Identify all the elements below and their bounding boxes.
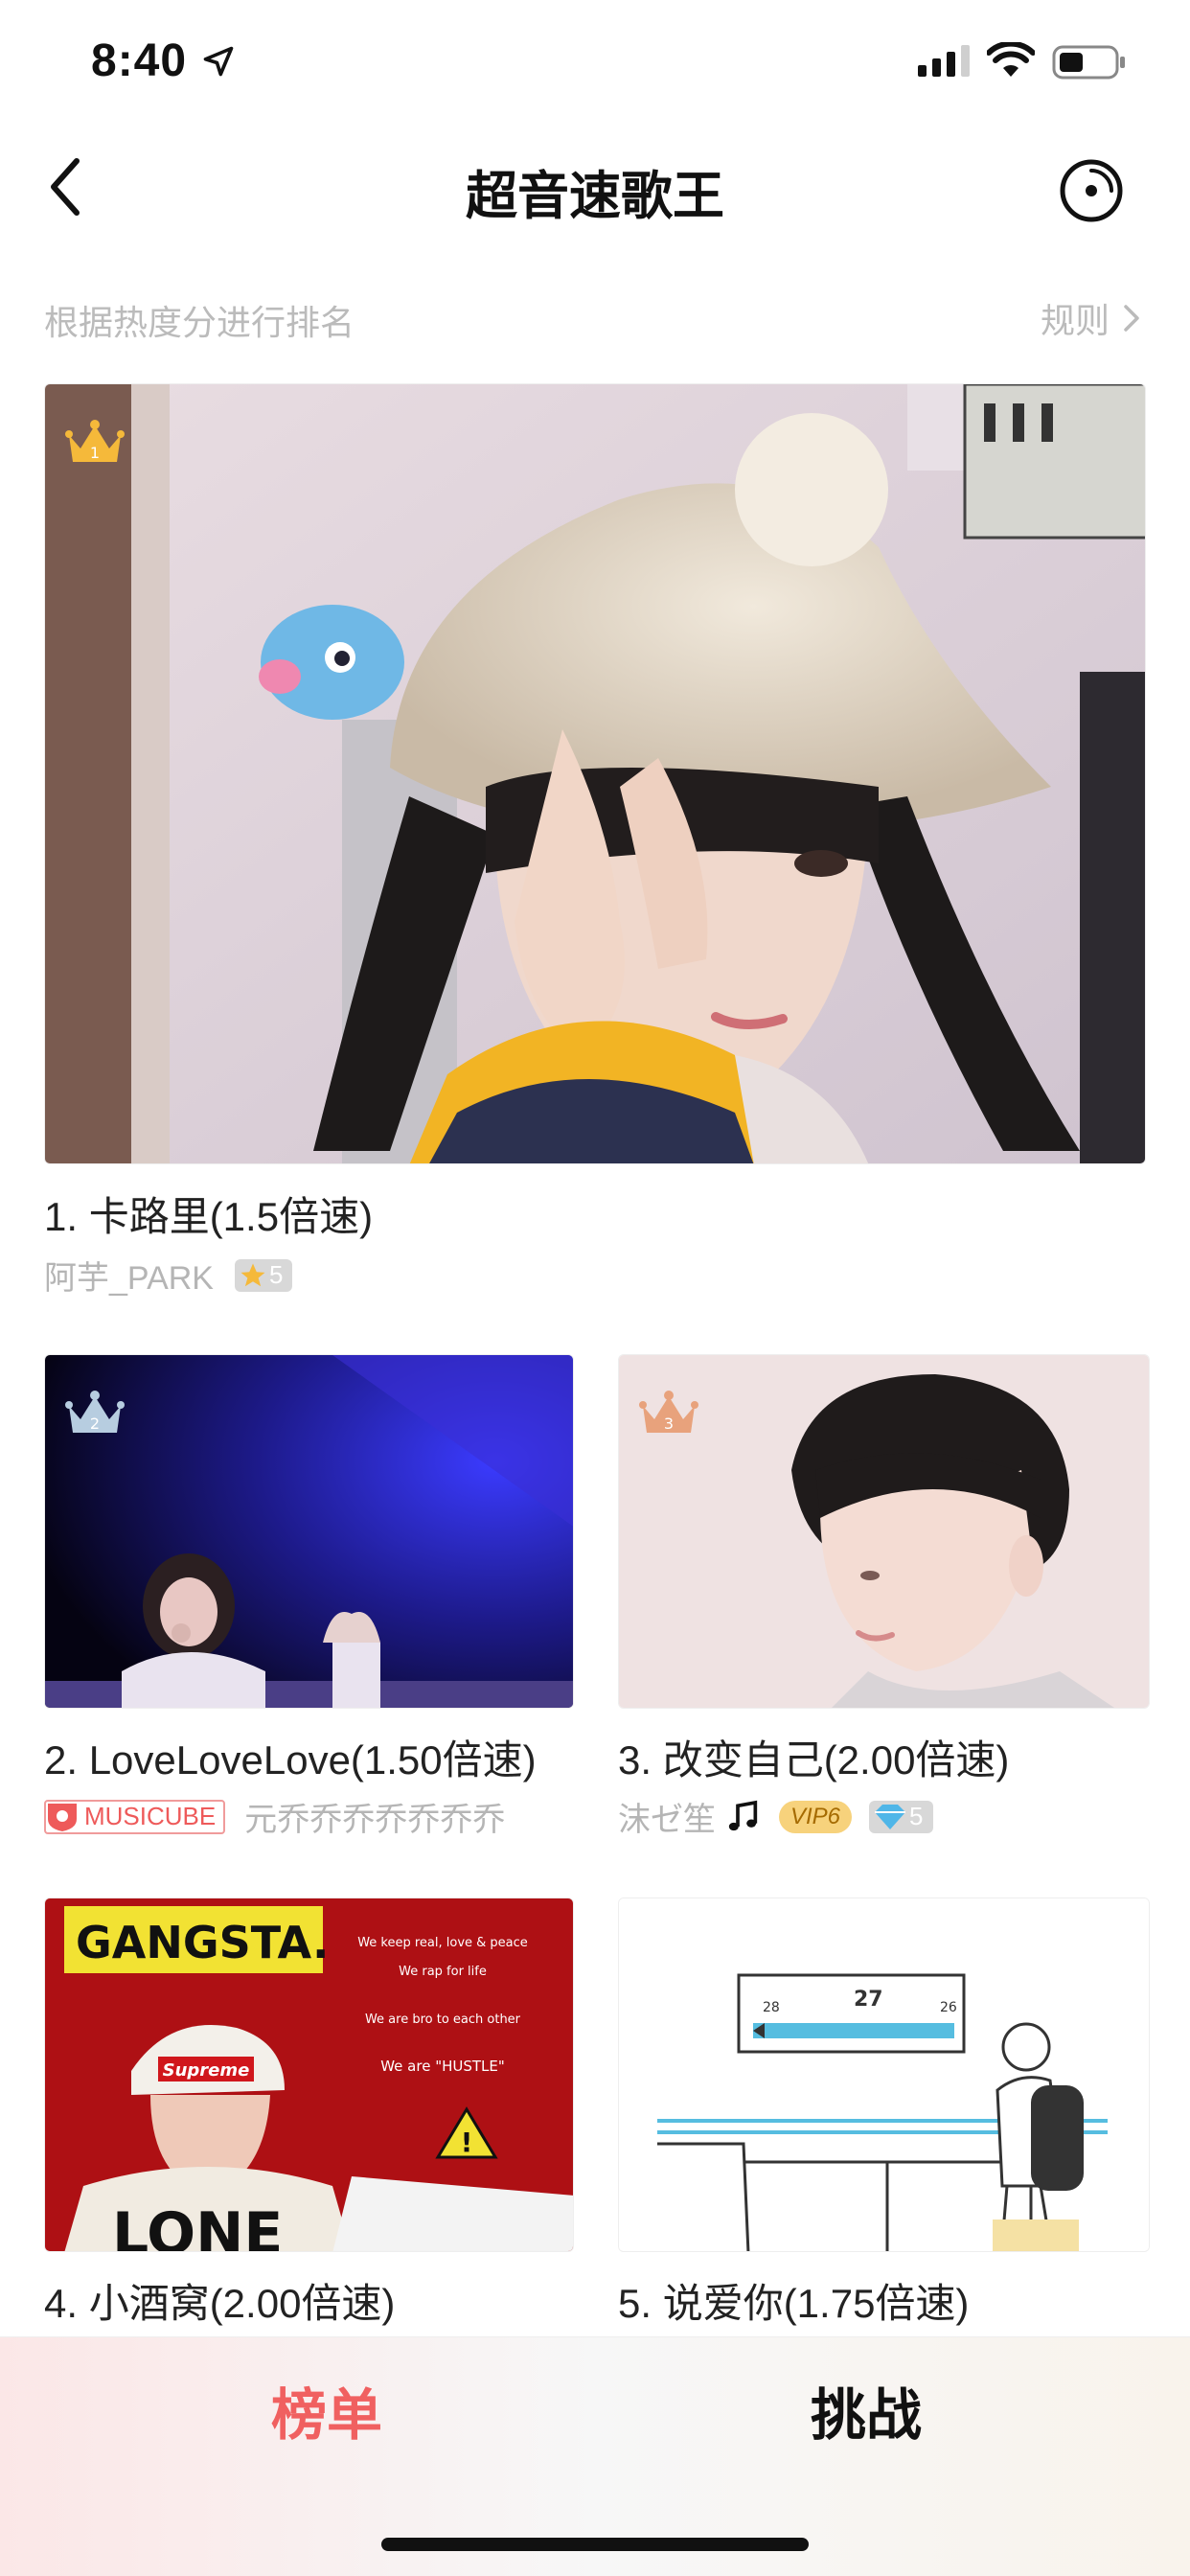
- crown-bronze-icon: 3: [639, 1391, 698, 1433]
- rules-link[interactable]: 规则: [1041, 293, 1140, 343]
- battery-icon: [1052, 45, 1125, 80]
- song-meta: 沫ゼ笙 VIP6 5: [618, 1793, 933, 1840]
- poster-supreme-text: Supreme: [163, 2060, 250, 2081]
- star-icon: [240, 1263, 265, 1286]
- train-number-mid: 27: [854, 1988, 883, 2012]
- rules-label: 规则: [1040, 301, 1110, 340]
- song-title: 4. 小酒窝(2.00倍速): [44, 2281, 396, 2326]
- level-badge: 5: [869, 1800, 933, 1833]
- wifi-icon: [987, 42, 1035, 77]
- tab-rank[interactable]: 榜单: [271, 2370, 382, 2450]
- svg-text:!: !: [461, 2127, 473, 2158]
- ranking-description: 根据热度分进行排名: [44, 303, 355, 342]
- user-name[interactable]: 阿芋_PARK: [44, 1252, 214, 1299]
- chevron-right-icon: [1124, 305, 1139, 332]
- tab-challenge[interactable]: 挑战: [811, 2370, 922, 2450]
- crown-rank-number: 2: [90, 1414, 100, 1433]
- poster-line-4: We are "HUSTLE": [380, 2058, 505, 2075]
- song-meta: 阿芋_PARK 5: [44, 1252, 293, 1299]
- rank-card-2[interactable]: 2 2. LoveLoveLove(1.50倍速) MUSICUBE 元乔乔乔乔…: [44, 1354, 574, 1843]
- diamond-icon: [875, 1804, 906, 1829]
- cover-image: 28 27 26: [618, 1898, 1150, 2252]
- music-disc-icon[interactable]: [1058, 157, 1125, 224]
- crown-silver-icon: 2: [65, 1391, 125, 1433]
- user-name[interactable]: 沫ゼ笙: [618, 1793, 716, 1840]
- song-meta: MUSICUBE 元乔乔乔乔乔乔乔: [44, 1793, 505, 1840]
- page-title: 超音速歌王: [466, 168, 724, 225]
- crown-rank-number: 1: [90, 444, 100, 462]
- rank-card-4[interactable]: GANGSTA. We keep real, love & peace We r…: [44, 1898, 574, 2329]
- musicube-badge: MUSICUBE: [44, 1799, 226, 1834]
- song-title: 1. 卡路里(1.5倍速): [44, 1194, 374, 1239]
- musicube-label: MUSICUBE: [84, 1802, 217, 1830]
- rank-card-5[interactable]: 28 27 26 5. 说爱你(1.75倍速): [618, 1898, 1150, 2329]
- status-bar: 8:40: [0, 0, 1190, 125]
- svg-text:LONE: LONE: [112, 2200, 283, 2252]
- rank-card-1[interactable]: 1 1. 卡路里(1.5倍速) 阿芋_PARK 5: [44, 383, 1146, 1303]
- crown-gold-icon: 1: [65, 420, 125, 462]
- cover-image: [44, 383, 1146, 1164]
- poster-line-1: We keep real, love & peace: [357, 1936, 528, 1950]
- song-title: 3. 改变自己(2.00倍速): [618, 1737, 1010, 1782]
- shield-icon: [48, 1803, 77, 1831]
- music-note-icon: [728, 1800, 758, 1830]
- status-time: 8:40: [91, 35, 188, 86]
- home-indicator[interactable]: [381, 2538, 809, 2551]
- poster-gangsta-text: GANGSTA.: [76, 1917, 329, 1968]
- crown-rank-number: 3: [664, 1414, 674, 1433]
- rank-card-3[interactable]: 3 3. 改变自己(2.00倍速) 沫ゼ笙 VIP6 5: [618, 1354, 1150, 1843]
- song-title: 5. 说爱你(1.75倍速): [618, 2281, 970, 2326]
- cellular-signal-icon: [918, 45, 970, 77]
- poster-line-3: We are bro to each other: [365, 2012, 521, 2027]
- cover-image: GANGSTA. We keep real, love & peace We r…: [44, 1898, 574, 2252]
- level-badge: 5: [234, 1258, 293, 1292]
- user-name[interactable]: 元乔乔乔乔乔乔乔: [244, 1793, 505, 1840]
- vip-badge: VIP6: [779, 1800, 853, 1833]
- poster-line-2: We rap for life: [399, 1965, 487, 1979]
- level-number: 5: [268, 1260, 284, 1289]
- song-title: 2. LoveLoveLove(1.50倍速): [44, 1737, 537, 1782]
- train-number-right: 26: [940, 2000, 957, 2015]
- location-arrow-icon: [203, 46, 234, 77]
- level-number: 5: [909, 1802, 924, 1830]
- train-number-left: 28: [763, 2000, 780, 2015]
